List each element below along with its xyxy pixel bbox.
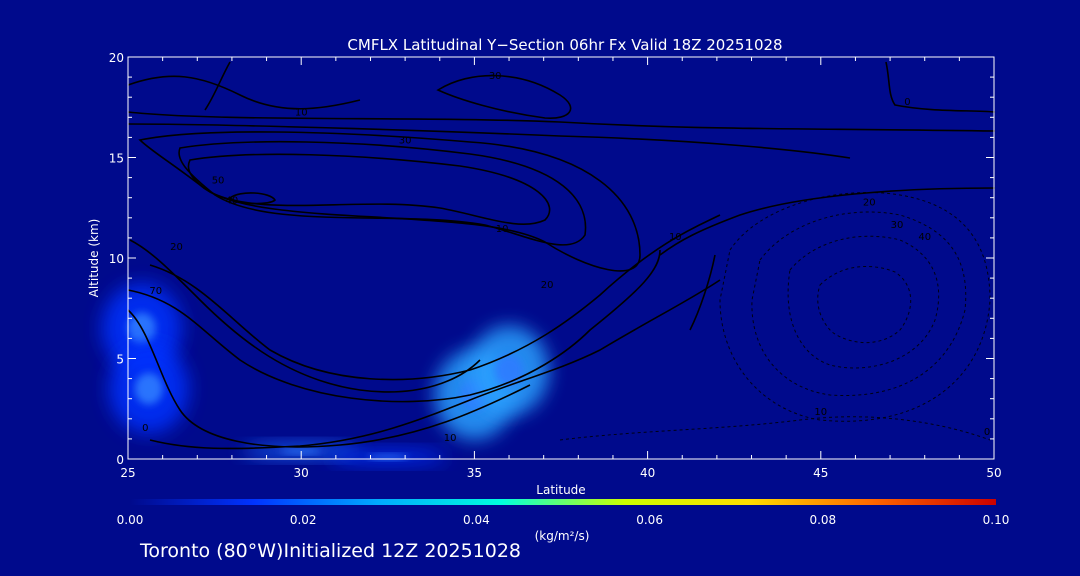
contour-label: 0 xyxy=(904,97,910,108)
contour-line xyxy=(436,74,572,119)
colorbar-tick-label: 0.10 xyxy=(983,513,1010,527)
dashed-contour xyxy=(817,265,912,344)
x-tick-label: 50 xyxy=(986,466,1001,480)
y-axis-ticks: 0 5 10 15 20 xyxy=(109,51,994,467)
x-axis-label: Latitude xyxy=(536,483,585,497)
footer-location-init: Toronto (80°W)Initialized 12Z 20251028 xyxy=(140,540,522,562)
contour-line xyxy=(149,214,721,381)
colorbar-ticks: 0.00 0.02 0.04 0.06 0.08 0.10 xyxy=(117,513,1010,527)
contour-label: 10 xyxy=(496,224,509,235)
contour-label: 30 xyxy=(489,71,502,82)
colorbar-tick-label: 0.04 xyxy=(463,513,490,527)
contour-line xyxy=(127,123,851,159)
negative-contours xyxy=(559,192,991,441)
contour-line xyxy=(149,279,721,450)
y-axis-label: Altitude (km) xyxy=(87,219,101,298)
contour-label: 0 xyxy=(142,423,148,434)
contour-label: 10 xyxy=(669,232,682,243)
y-tick-label: 5 xyxy=(116,353,124,367)
dashed-contour xyxy=(751,211,967,397)
x-tick-label: 40 xyxy=(640,466,655,480)
contour-label: 10 xyxy=(814,407,827,418)
cross-section-chart: CMFLX Latitudinal Y−Section 06hr Fx Vali… xyxy=(87,36,1010,543)
contour-line xyxy=(187,153,551,225)
colorbar-tick-label: 0.00 xyxy=(117,513,144,527)
contour-label: 0 xyxy=(984,427,990,438)
contour-line xyxy=(138,131,641,272)
dashed-contour xyxy=(719,192,991,422)
flux-shading-layer xyxy=(101,283,550,464)
x-tick-label: 35 xyxy=(467,466,482,480)
contour-label: 40 xyxy=(226,196,239,207)
contour-label: 40 xyxy=(918,232,931,243)
dashed-contour xyxy=(559,416,991,441)
contour-label: 20 xyxy=(170,242,183,253)
contour-label: 50 xyxy=(212,176,225,187)
x-tick-label: 45 xyxy=(813,466,828,480)
x-tick-label: 25 xyxy=(120,466,135,480)
contour-line xyxy=(127,111,996,132)
contour-label: 20 xyxy=(541,280,554,291)
contour-line xyxy=(689,254,716,331)
colorbar-unit-label: (kg/m²/s) xyxy=(535,529,590,543)
x-axis-ticks: 25 30 35 40 45 50 xyxy=(120,57,1002,480)
contour-lines xyxy=(127,61,996,450)
y-tick-label: 0 xyxy=(116,453,124,467)
contour-label: 70 xyxy=(149,286,162,297)
contour-line xyxy=(127,75,361,110)
y-tick-label: 10 xyxy=(109,252,124,266)
dashed-contour xyxy=(787,235,940,369)
colorbar-tick-label: 0.02 xyxy=(290,513,317,527)
y-tick-label: 15 xyxy=(109,152,124,166)
chart-title: CMFLX Latitudinal Y−Section 06hr Fx Vali… xyxy=(347,36,782,54)
contour-label: 10 xyxy=(295,107,308,118)
contour-label: 20 xyxy=(863,198,876,209)
contour-label: 30 xyxy=(399,135,412,146)
colorbar-tick-label: 0.06 xyxy=(636,513,663,527)
flux-shaded-core xyxy=(134,372,163,405)
y-tick-label: 20 xyxy=(109,51,124,65)
contour-line xyxy=(659,187,996,256)
contour-label: 30 xyxy=(891,220,904,231)
x-tick-label: 30 xyxy=(294,466,309,480)
contour-line xyxy=(885,61,996,113)
contour-line xyxy=(204,61,231,111)
contour-label: 10 xyxy=(444,433,457,444)
colorbar xyxy=(130,499,996,505)
colorbar-tick-label: 0.08 xyxy=(809,513,836,527)
